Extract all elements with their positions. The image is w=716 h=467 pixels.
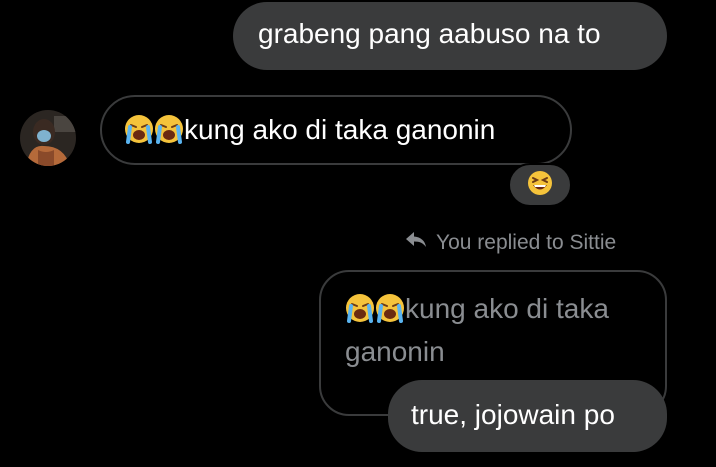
reply-label-text: You replied to Sittie [436,231,617,254]
reply-arrow-icon [404,230,428,256]
outgoing-reply-bubble[interactable]: true, jojowain po [388,380,667,452]
message-text: kung ako di taka ganonin [184,114,496,145]
message-reaction[interactable] [508,163,572,207]
outgoing-message-bubble[interactable]: grabeng pang aabuso na to [233,2,667,70]
incoming-message-bubble[interactable]: kung ako di taka ganonin [100,95,572,165]
grinning-squinting-face-icon [527,170,553,201]
message-text: true, jojowain po [411,399,615,430]
avatar-image [20,110,76,166]
loudly-crying-face-icon [375,293,405,333]
loudly-crying-face-icon [345,293,375,333]
reply-context-label: You replied to Sittie [404,230,616,256]
loudly-crying-face-icon [124,114,154,151]
message-text: grabeng pang aabuso na to [258,18,601,49]
loudly-crying-face-icon [154,114,184,151]
avatar[interactable] [20,110,76,166]
